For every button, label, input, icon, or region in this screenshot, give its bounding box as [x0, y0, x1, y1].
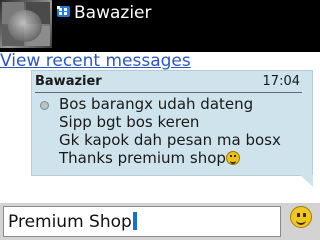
view-recent-messages-link[interactable]: View recent messages [0, 52, 191, 70]
message-input-text: Premium Shop [8, 212, 137, 232]
contact-name: Bawazier [74, 3, 152, 23]
message-line-text: Thanks premium shop [59, 149, 226, 167]
bubble-tail [300, 175, 313, 187]
message-status-dot-icon [40, 101, 49, 110]
message-line: Bos barangx udah dateng [59, 95, 254, 113]
contact-avatar[interactable] [0, 0, 52, 48]
compose-bar: Premium Shop [0, 203, 320, 240]
message-bubble[interactable]: Bawazier 17:04 Bos barangx udah dateng S… [31, 70, 313, 176]
smiley-icon [225, 151, 240, 165]
message-body: Bos barangx udah dateng Sipp bgt bos ker… [59, 95, 281, 167]
message-sender: Bawazier [35, 74, 102, 89]
chat-header: Bawazier [0, 0, 320, 52]
message-divider [35, 92, 302, 93]
text-cursor [132, 212, 137, 230]
bbm-chat-icon [57, 6, 70, 17]
avatar-face [8, 10, 42, 42]
smiley-icon[interactable] [290, 206, 312, 228]
message-input-value: Premium Shop [8, 212, 132, 232]
message-line-last: Thanks premium shop [59, 149, 281, 167]
message-input[interactable]: Premium Shop [3, 206, 281, 237]
message-line: Sipp bgt bos keren [59, 113, 200, 131]
message-time: 17:04 [262, 74, 300, 89]
message-line: Gk kapok dah pesan ma bosx [59, 131, 281, 149]
